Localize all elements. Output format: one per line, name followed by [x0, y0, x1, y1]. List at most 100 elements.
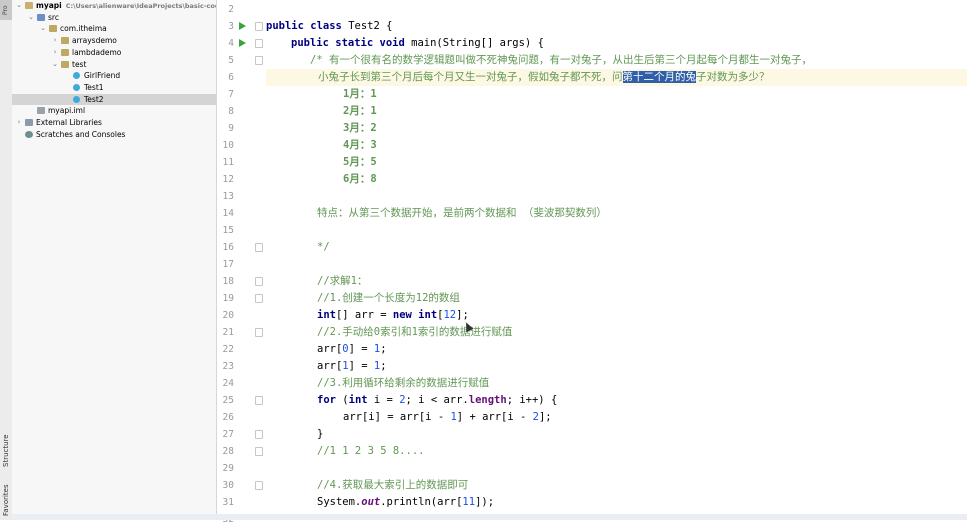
chevron-down-icon[interactable]: ⌄: [39, 23, 47, 35]
line-number: 12: [222, 174, 234, 185]
tree-item-src[interactable]: ⌄ src: [12, 12, 216, 24]
tree-item-label: myapi.iml: [48, 106, 86, 116]
tree-item-girlfriend[interactable]: GirlFriend: [12, 70, 216, 82]
fold-marker-icon[interactable]: [255, 481, 263, 490]
bottom-edge-strip: [12, 514, 967, 520]
tree-item-label: GirlFriend: [84, 71, 121, 81]
code-line-25: for (int i = 2; i < arr.length; i++) {: [317, 394, 558, 406]
favorites-tool-tab[interactable]: Favorites: [0, 480, 12, 520]
line-number: 23: [222, 361, 234, 372]
editor-gutter: 2 3 4 5 6 7 8 9 10 11 12 13 14 15 16 17 18 19 20 21 22 23 24 25…: [218, 0, 266, 525]
fold-marker-icon[interactable]: [255, 447, 263, 456]
tree-item-label: Test1: [84, 82, 104, 92]
chevron-right-icon[interactable]: ›: [51, 35, 59, 47]
fold-marker-icon[interactable]: [255, 22, 263, 31]
code-line-14: 特点：从第三个数据开始，是前两个数据和 （斐波那契数列）: [317, 207, 607, 219]
line-number: 21: [222, 327, 234, 338]
line-number: 16: [222, 242, 234, 253]
tree-item-label: test: [72, 59, 87, 69]
line-number: 6: [228, 72, 234, 83]
line-number: 28: [222, 446, 234, 457]
line-number: 30: [222, 480, 234, 491]
line-number: 2: [228, 4, 234, 15]
run-gutter-icon[interactable]: [239, 22, 246, 30]
tree-item-test2[interactable]: Test2: [12, 93, 216, 106]
code-line-4: public static void main(String[] args) {: [291, 37, 544, 49]
line-number: 25: [222, 395, 234, 406]
line-number: 7: [228, 89, 234, 100]
code-line-24: //3.利用循环给剩余的数据进行赋值: [317, 377, 490, 389]
chevron-right-icon[interactable]: ›: [15, 117, 23, 129]
tree-item-label: arraysdemo: [72, 36, 117, 46]
fold-marker-icon[interactable]: [255, 243, 263, 252]
tree-item-myapi-iml[interactable]: myapi.iml: [12, 105, 216, 117]
tree-item-label: Scratches and Consoles: [36, 129, 126, 139]
line-number: 20: [222, 310, 234, 321]
line-number: 26: [222, 412, 234, 423]
package-icon: [61, 48, 69, 56]
structure-tool-tab[interactable]: Structure: [0, 428, 12, 474]
fold-marker-icon[interactable]: [255, 277, 263, 286]
tree-item-label: src: [48, 12, 59, 22]
tree-item-com-itheima[interactable]: ⌄ com.itheima: [12, 23, 216, 35]
code-line-19: //1.创建一个长度为12的数组: [317, 292, 460, 304]
code-line-26: arr[i] = arr[i - 1] + arr[i - 2];: [343, 411, 552, 423]
line-number: 3: [228, 21, 234, 32]
tree-item-external-libraries[interactable]: › External Libraries: [12, 117, 216, 129]
fold-marker-icon[interactable]: [255, 328, 263, 337]
run-gutter-icon[interactable]: [239, 39, 246, 47]
chevron-right-icon[interactable]: ›: [51, 47, 59, 59]
code-line-23: arr[1] = 1;: [317, 360, 387, 372]
line-number: 11: [222, 157, 234, 168]
fold-marker-icon[interactable]: [255, 396, 263, 405]
code-line-9: 3月：2: [343, 122, 377, 134]
line-number: 17: [222, 259, 234, 270]
code-line-6: 小兔子长到第三个月后每个月又生一对兔子，假如兔子都不死，问第十二个月的兔子对数为…: [318, 71, 770, 83]
line-number: 10: [222, 140, 234, 151]
tree-item-arraysdemo[interactable]: › arraysdemo: [12, 35, 216, 47]
line-number: 27: [222, 429, 234, 440]
code-line-8: 2月：1: [343, 105, 377, 117]
tree-item-label: External Libraries: [36, 118, 102, 127]
tree-item-scratches-and-consoles[interactable]: Scratches and Consoles: [12, 129, 216, 141]
code-line-3: public class Test2 {: [266, 20, 393, 32]
tree-item-lambdademo[interactable]: › lambdademo: [12, 47, 216, 59]
tree-item-myapi[interactable]: ⌄ myapi C:\Users\alienware\IdeaProjects\ba…: [12, 0, 216, 12]
line-number: 31: [222, 497, 234, 508]
package-icon: [61, 37, 69, 45]
line-number: 9: [228, 123, 234, 134]
line-number: 4: [228, 38, 234, 49]
code-line-10: 4月：3: [343, 139, 377, 151]
line-number: 8: [228, 106, 234, 117]
code-line-5: /* 有一个很有名的数学逻辑题叫做不死神兔问题，有一对兔子，从出生后第三个月起每…: [310, 54, 812, 66]
code-editor[interactable]: public class Test2 { public static void …: [266, 0, 967, 520]
line-number: 19: [222, 293, 234, 304]
code-line-22: arr[0] = 1;: [317, 343, 387, 355]
code-line-30: //4.获取最大索引上的数据即可: [317, 479, 469, 491]
chevron-down-icon[interactable]: ⌄: [15, 0, 23, 12]
tree-item-label: com.itheima: [60, 24, 107, 34]
project-tool-tab[interactable]: Pro: [0, 0, 12, 20]
project-path: C:\Users\alienware\IdeaProjects\basic-co…: [65, 2, 217, 10]
folder-icon: [25, 2, 33, 9]
line-number: 29: [222, 463, 234, 474]
tree-item-test1[interactable]: Test1: [12, 82, 216, 94]
fold-marker-icon[interactable]: [255, 294, 263, 303]
line-number: 14: [222, 208, 234, 219]
fold-marker-icon[interactable]: [255, 39, 263, 48]
package-icon: [61, 60, 69, 68]
code-line-12: 6月：8: [343, 173, 377, 185]
code-line-21: //2.手动给0索引和1索引的数据进行赋值: [317, 326, 513, 338]
code-line-16: */: [317, 241, 330, 253]
class-icon: [73, 95, 80, 103]
line-number: 24: [222, 378, 234, 389]
tree-item-test[interactable]: ⌄ test: [12, 59, 216, 71]
fold-marker-icon[interactable]: [255, 56, 263, 65]
text-selection: 第十二个月的兔: [622, 71, 696, 83]
fold-marker-icon[interactable]: [255, 430, 263, 439]
scratches-icon: [25, 130, 33, 138]
chevron-down-icon[interactable]: ⌄: [27, 12, 35, 24]
code-line-31: System.out.println(arr[11]);: [317, 496, 495, 508]
chevron-down-icon[interactable]: ⌄: [51, 59, 59, 71]
code-line-20: int[] arr = new int[12];: [317, 309, 469, 321]
